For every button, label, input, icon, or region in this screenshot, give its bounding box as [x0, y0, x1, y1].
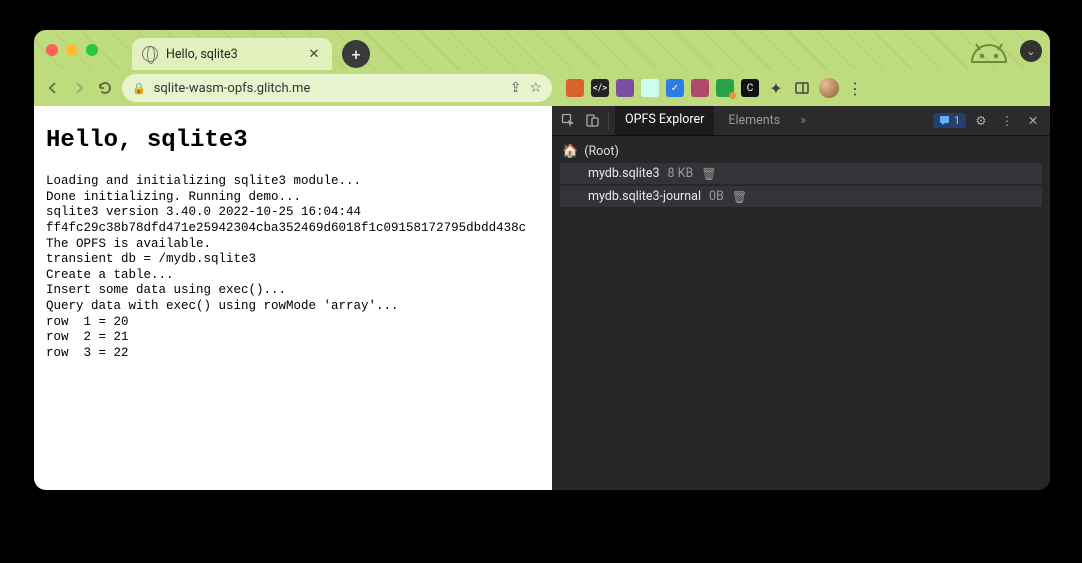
- extension-icon[interactable]: C: [741, 79, 759, 97]
- root-label: (Root): [584, 144, 619, 159]
- extension-icon[interactable]: ✓: [666, 79, 684, 97]
- divider: [608, 112, 609, 130]
- android-logo-icon: [968, 34, 1010, 64]
- devtools-panel: OPFS Explorer Elements » 1 ⚙ ⋮ ✕ 🏠 (Root…: [552, 106, 1050, 490]
- minimize-window-button[interactable]: [66, 44, 78, 56]
- inspect-element-icon[interactable]: [558, 111, 578, 131]
- tab-title: Hello, sqlite3: [166, 47, 298, 62]
- back-button[interactable]: [44, 79, 62, 97]
- extension-icon[interactable]: [716, 79, 734, 97]
- new-tab-button[interactable]: +: [342, 40, 370, 68]
- extension-icon[interactable]: [566, 79, 584, 97]
- file-row[interactable]: mydb.sqlite3 8 KB 🗑: [560, 163, 1042, 184]
- file-size: 0B: [709, 189, 724, 204]
- forward-button[interactable]: [70, 79, 88, 97]
- profile-avatar[interactable]: [819, 78, 839, 98]
- share-icon[interactable]: ⇪: [510, 80, 522, 96]
- file-name: mydb.sqlite3: [588, 166, 660, 181]
- devtools-more-tabs[interactable]: »: [794, 113, 812, 128]
- extensions-puzzle-icon[interactable]: ✦: [767, 79, 785, 97]
- devtools-tab-elements[interactable]: Elements: [718, 106, 790, 135]
- browser-window: Hello, sqlite3 ✕ + ⌄ 🔒 sqlite-wasm-opfs.…: [34, 30, 1050, 490]
- browser-menu-button[interactable]: ⋮: [847, 79, 863, 98]
- home-icon: 🏠: [562, 144, 578, 159]
- issues-count: 1: [954, 114, 960, 127]
- device-toggle-icon[interactable]: [582, 111, 602, 131]
- content-area: Hello, sqlite3 Loading and initializing …: [34, 106, 1050, 490]
- browser-tab[interactable]: Hello, sqlite3 ✕: [132, 38, 332, 70]
- bookmark-star-icon[interactable]: ☆: [529, 80, 542, 96]
- close-tab-button[interactable]: ✕: [306, 46, 322, 62]
- delete-file-icon[interactable]: 🗑: [701, 167, 716, 181]
- web-page: Hello, sqlite3 Loading and initializing …: [34, 106, 552, 490]
- file-name: mydb.sqlite3-journal: [588, 189, 701, 204]
- extension-icon[interactable]: </>: [591, 79, 609, 97]
- page-heading: Hello, sqlite3: [46, 126, 540, 156]
- devtools-issues-badge[interactable]: 1: [933, 113, 966, 128]
- delete-file-icon[interactable]: 🗑: [732, 190, 747, 204]
- devtools-menu-icon[interactable]: ⋮: [996, 113, 1018, 129]
- reload-button[interactable]: [96, 79, 114, 97]
- tab-search-button[interactable]: ⌄: [1020, 40, 1042, 62]
- side-panel-icon[interactable]: [793, 79, 811, 97]
- extensions-row: </> ✓ C: [566, 79, 759, 97]
- opfs-tree: 🏠 (Root) mydb.sqlite38 KB🗑mydb.sqlite3-j…: [552, 136, 1050, 490]
- tab-strip: Hello, sqlite3 ✕ + ⌄: [34, 30, 1050, 70]
- close-window-button[interactable]: [46, 44, 58, 56]
- devtools-tab-opfs-explorer[interactable]: OPFS Explorer: [615, 106, 714, 135]
- lock-icon: 🔒: [132, 82, 146, 95]
- tree-root-row[interactable]: 🏠 (Root): [560, 142, 1042, 161]
- extension-icon[interactable]: [641, 79, 659, 97]
- extension-icon[interactable]: [691, 79, 709, 97]
- globe-icon: [142, 46, 158, 62]
- file-row[interactable]: mydb.sqlite3-journal 0B 🗑: [560, 186, 1042, 207]
- browser-toolbar: 🔒 sqlite-wasm-opfs.glitch.me ⇪ ☆ </> ✓ C ✦…: [34, 70, 1050, 106]
- devtools-settings-icon[interactable]: ⚙: [970, 113, 992, 129]
- window-controls: [46, 44, 98, 56]
- maximize-window-button[interactable]: [86, 44, 98, 56]
- extension-icon[interactable]: [616, 79, 634, 97]
- console-output: Loading and initializing sqlite3 module.…: [46, 174, 540, 362]
- url-text: sqlite-wasm-opfs.glitch.me: [154, 81, 502, 96]
- devtools-close-icon[interactable]: ✕: [1022, 113, 1044, 129]
- devtools-tab-bar: OPFS Explorer Elements » 1 ⚙ ⋮ ✕: [552, 106, 1050, 136]
- address-bar[interactable]: 🔒 sqlite-wasm-opfs.glitch.me ⇪ ☆: [122, 74, 552, 102]
- file-size: 8 KB: [668, 166, 694, 181]
